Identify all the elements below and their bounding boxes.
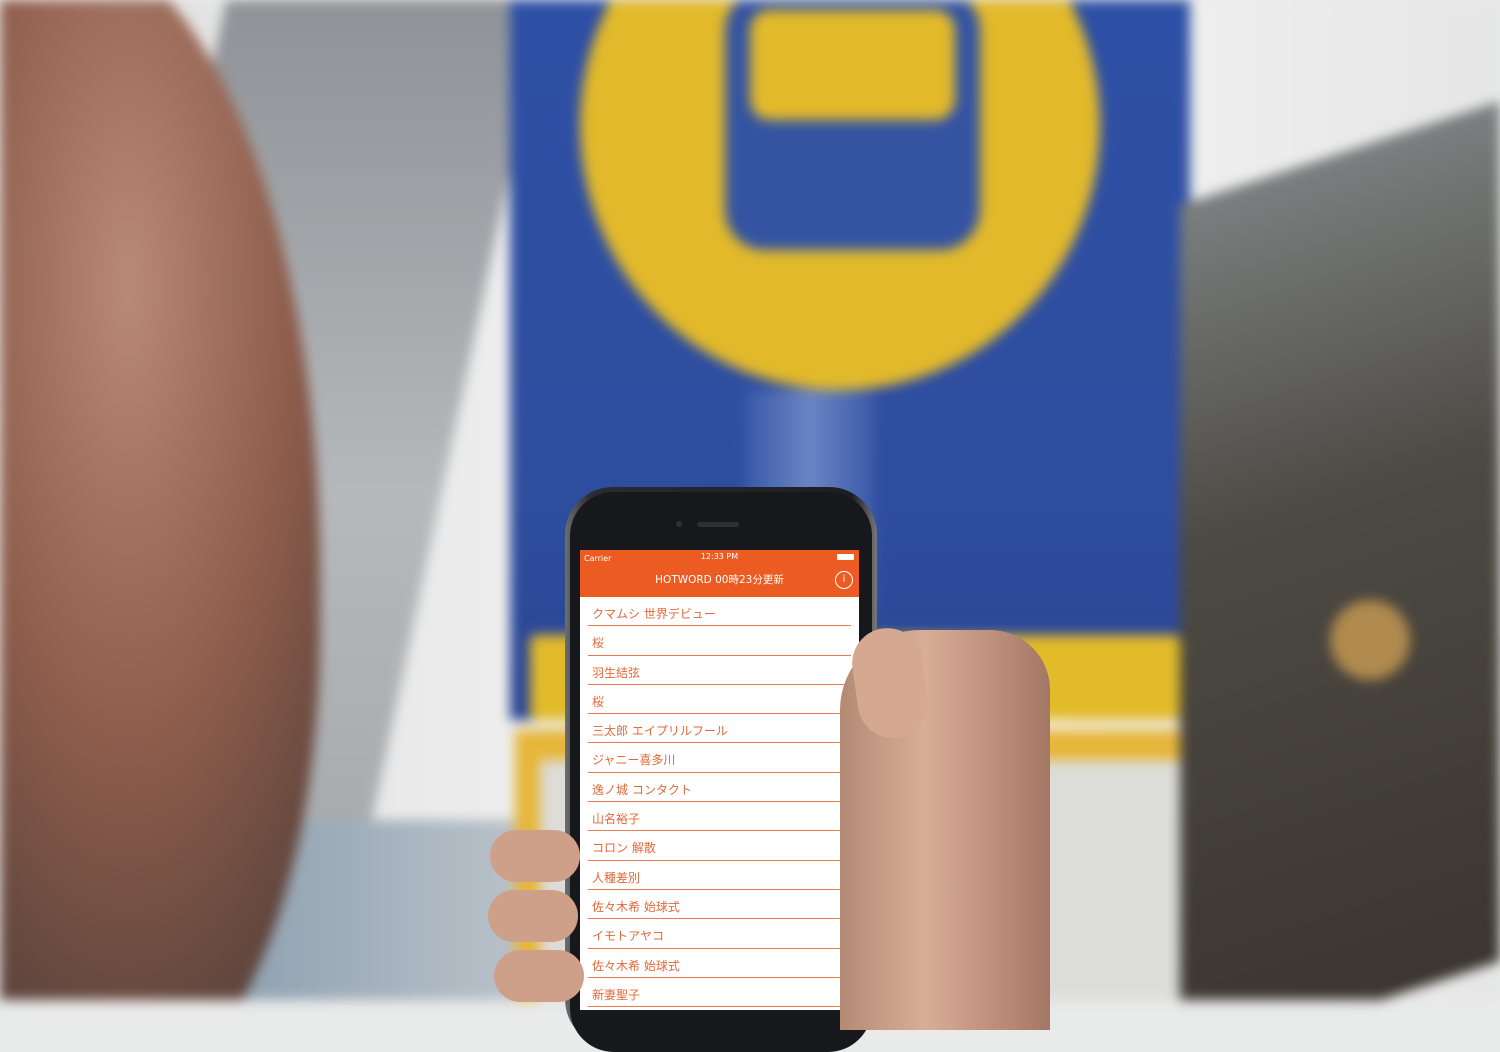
- nav-title: HOTWORD 00時23分更新: [655, 574, 784, 586]
- hotword-item[interactable]: 新妻聖子: [588, 978, 851, 1008]
- hotword-item[interactable]: コロン 解散: [588, 831, 851, 861]
- phone-screen: Carrier 12:33 PM HOTWORD 00時23分更新 i クマムシ…: [580, 550, 859, 1010]
- hotword-list: クマムシ 世界デビュー桜羽生結弦桜三太郎 エイプリルフール ジャニー喜多川 逸ノ城 …: [580, 597, 859, 1008]
- nav-bar: HOTWORD 00時23分更新 i: [580, 567, 859, 597]
- finger: [494, 950, 584, 1002]
- front-camera: [676, 521, 682, 527]
- hotword-item[interactable]: イモトアヤコ: [588, 919, 851, 949]
- info-icon[interactable]: i: [835, 571, 853, 589]
- finger: [488, 890, 578, 942]
- hotword-item[interactable]: 佐々木希 始球式: [588, 890, 851, 920]
- hotword-item[interactable]: 桜: [588, 685, 851, 715]
- hotword-item[interactable]: 桜: [588, 626, 851, 656]
- status-bar: Carrier 12:33 PM: [580, 550, 859, 567]
- hotword-item[interactable]: 佐々木希 始球式: [588, 949, 851, 978]
- hotword-item[interactable]: クマムシ 世界デビュー: [588, 597, 851, 627]
- hotword-item[interactable]: ジャニー喜多川: [588, 743, 851, 773]
- hotword-item[interactable]: 人種差別: [588, 861, 851, 890]
- finger: [490, 830, 580, 882]
- clock: 12:33 PM: [700, 552, 739, 561]
- hotword-item[interactable]: 山名裕子: [588, 802, 851, 832]
- hotword-item[interactable]: 三太郎 エイプリルフール: [588, 714, 851, 744]
- battery-icon: [837, 554, 854, 560]
- speaker: [697, 522, 739, 527]
- hotword-item[interactable]: 羽生結弦: [588, 656, 851, 685]
- hotword-item[interactable]: 逸ノ城 コンタクト: [588, 773, 851, 803]
